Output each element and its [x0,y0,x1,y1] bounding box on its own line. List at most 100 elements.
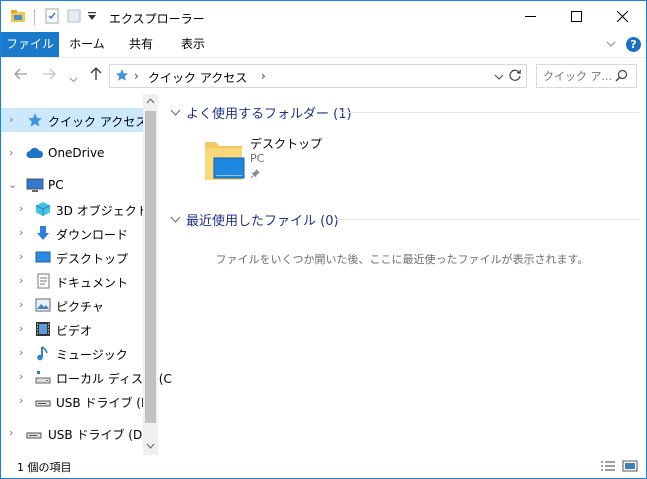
chevron-right-icon[interactable]: › [19,394,23,407]
nav-item-videos[interactable]: › ビデオ [1,317,143,341]
title-bar: エクスプローラー [1,1,646,32]
nav-item-documents[interactable]: › ドキュメント [1,269,143,293]
help-button[interactable]: ? [626,37,641,52]
videos-icon [35,321,51,337]
address-bar[interactable]: › クイック アクセス › [109,64,527,88]
chevron-right-icon[interactable]: › [9,426,13,439]
nav-item-usb-drive-root[interactable]: › USB ドライブ (D:) [1,421,151,445]
chevron-right-icon[interactable]: › [19,346,23,359]
chevron-right-icon[interactable]: › [19,226,23,239]
nav-item-label: ピクチャ [56,300,104,314]
nav-item-3d-objects[interactable]: › 3D オブジェクト [1,197,149,221]
tab-home[interactable]: ホーム [59,32,115,57]
chevron-down-icon [146,443,155,449]
usb-drive-icon [26,425,42,441]
properties-icon[interactable] [44,8,60,27]
search-box[interactable] [536,64,637,88]
window-title: エクスプローラー [109,12,205,26]
close-button[interactable] [599,1,645,32]
pictures-icon [35,297,51,313]
nav-item-downloads[interactable]: › ダウンロード [1,221,143,245]
cloud-icon [26,147,43,163]
local-disk-icon [35,369,51,385]
address-history-button[interactable] [494,71,504,85]
chevron-down-icon[interactable]: ⌄ [8,178,17,191]
nav-item-label: PC [48,178,64,192]
chevron-right-icon[interactable]: › [19,250,23,263]
maximize-button[interactable] [553,1,599,32]
refresh-button[interactable] [508,68,522,85]
nav-item-local-disk[interactable]: › ローカル ディスク (C [1,365,172,389]
chevron-down-icon [170,216,181,223]
group-header-frequent[interactable]: よく使用するフォルダー (1) [186,103,352,122]
large-icons-view-button[interactable] [622,460,638,475]
back-button[interactable] [14,67,28,85]
arrow-left-icon [14,68,27,80]
group-collapse-button[interactable] [170,213,181,227]
search-input[interactable] [537,65,615,87]
recent-locations-button[interactable] [69,70,78,88]
details-view-button[interactable] [600,460,616,475]
tab-share[interactable]: 共有 [115,32,167,57]
scrollbar-thumb[interactable] [145,111,156,423]
breadcrumb-separator[interactable]: › [261,69,266,83]
chevron-right-icon[interactable]: › [9,146,13,159]
search-icon[interactable] [615,69,628,85]
nav-item-label: ビデオ [56,324,93,338]
nav-pane-scrollbar[interactable] [143,94,158,455]
nav-item-label: デスクトップ [56,252,129,266]
chevron-down-icon [494,74,504,80]
chevron-right-icon[interactable]: › [19,274,23,287]
chevron-down-icon [69,77,78,83]
ribbon-tabs: ファイル ホーム 共有 表示 ? [1,32,646,58]
large-icons-view-icon [622,460,638,472]
nav-item-desktop[interactable]: › デスクトップ [1,245,143,269]
star-icon [27,112,43,128]
empty-recent-message: ファイルをいくつか開いた後、ここに最近使ったファイルが表示されます。 [215,253,589,266]
nav-item-onedrive[interactable]: › OneDrive [1,141,143,165]
folder-app-icon [10,8,26,27]
chevron-right-icon[interactable]: › [9,113,13,126]
chevron-up-icon [146,98,155,104]
scroll-up-button[interactable] [146,97,155,108]
nav-item-music[interactable]: › ミュージック [1,341,143,365]
up-button[interactable] [89,67,103,85]
status-bar: 1 個の項目 [1,455,646,478]
pin-icon [250,168,261,182]
tab-file[interactable]: ファイル [1,32,59,57]
nav-item-label: ダウンロード [56,228,129,242]
group-divider [341,112,639,113]
details-view-icon [601,461,615,471]
folder-item-desktop[interactable]: デスクトップ PC [198,132,358,186]
nav-item-quick-access[interactable]: › クイック アクセス [1,108,147,132]
customize-toolbar-icon[interactable] [87,10,97,25]
arrow-up-icon [90,67,102,80]
group-collapse-button[interactable] [170,106,181,120]
nav-item-usb-drive[interactable]: › USB ドライブ (D:) [1,389,159,413]
nav-item-label: ドキュメント [56,276,129,290]
tab-view[interactable]: 表示 [167,32,219,57]
chevron-right-icon[interactable]: › [19,298,23,311]
chevron-right-icon[interactable]: › [19,370,23,383]
computer-icon [26,177,44,193]
nav-item-label: OneDrive [48,146,105,160]
nav-item-label: ミュージック [56,348,128,362]
breadcrumb-separator[interactable]: › [134,69,139,83]
breadcrumb-quick-access[interactable]: クイック アクセス [148,69,247,86]
scroll-down-button[interactable] [146,442,155,453]
chevron-down-icon [606,41,616,47]
content-pane: よく使用するフォルダー (1) デスクトップ PC 最近使用したファイル (0)… [158,94,646,455]
download-icon [35,225,51,241]
group-divider [336,219,639,220]
forward-button[interactable] [42,67,56,85]
nav-item-pictures[interactable]: › ピクチャ [1,293,143,317]
minimize-button[interactable] [507,1,553,32]
new-folder-icon[interactable] [66,8,82,27]
refresh-icon [509,69,521,81]
group-header-recent[interactable]: 最近使用したファイル (0) [186,210,339,229]
chevron-right-icon[interactable]: › [19,322,23,335]
expand-ribbon-button[interactable] [605,38,617,53]
nav-item-pc[interactable]: ⌄ PC [1,173,143,197]
3d-objects-icon [35,201,51,217]
chevron-right-icon[interactable]: › [19,202,23,215]
